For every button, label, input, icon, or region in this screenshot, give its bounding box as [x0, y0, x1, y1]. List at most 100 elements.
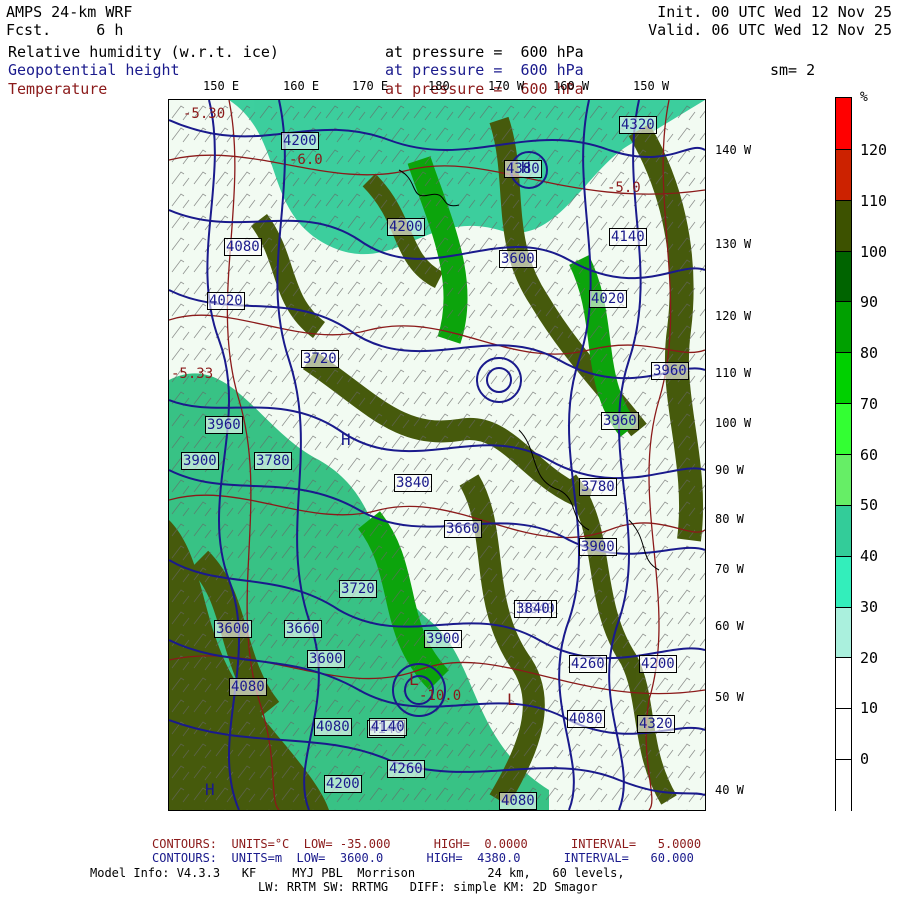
- colorbar-label: 40: [860, 547, 879, 565]
- colorbar-label: 0: [860, 750, 870, 768]
- height-label: 4320: [637, 715, 675, 733]
- temp-label: -10.0: [419, 688, 462, 704]
- weather-map: 4200 4320 4140 4080 4020 3960 3900 3840 …: [168, 99, 706, 811]
- lon-label: 150 E: [203, 79, 240, 93]
- colorbar: [835, 97, 852, 811]
- lat-label: 40 W: [715, 783, 744, 797]
- lat-label: 120 W: [715, 309, 752, 323]
- low-marker: L: [507, 690, 517, 709]
- height-label: 4020: [589, 290, 627, 308]
- colorbar-label: 100: [860, 243, 888, 261]
- height-label: 3600: [214, 620, 252, 638]
- colorbar-segment: [836, 250, 851, 303]
- colorbar-segment: [836, 606, 851, 659]
- lon-label: 180: [428, 79, 450, 93]
- temp-label: -5.0: [607, 180, 641, 196]
- height-label: 4200: [281, 132, 319, 150]
- lon-label: 150 W: [633, 79, 670, 93]
- height-label: 4200: [639, 655, 677, 673]
- temp-label: -6.0: [289, 152, 323, 168]
- height-contour-info: CONTOURS: UNITS=m LOW= 3600.0 HIGH= 4380…: [152, 851, 694, 865]
- height-label: 4080: [229, 678, 267, 696]
- high-marker: H: [205, 780, 215, 799]
- height-label: 3960: [205, 416, 243, 434]
- height-label: 3900: [424, 630, 462, 648]
- height-label: 4200: [324, 775, 362, 793]
- lat-label: 70 W: [715, 562, 744, 576]
- colorbar-segment: [836, 657, 851, 710]
- colorbar-label: 60: [860, 446, 879, 464]
- colorbar-label: 20: [860, 649, 879, 667]
- valid-time: Valid. 06 UTC Wed 12 Nov 25: [648, 21, 892, 39]
- lat-label: 80 W: [715, 512, 744, 526]
- init-time: Init. 00 UTC Wed 12 Nov 25: [657, 3, 892, 21]
- colorbar-segment: [836, 759, 851, 811]
- temp-label: -5.30: [183, 106, 226, 122]
- height-label: 3720: [339, 580, 377, 598]
- height-label: 4080: [567, 710, 605, 728]
- height-label: 3600: [307, 650, 345, 668]
- lat-label: 130 W: [715, 237, 752, 251]
- forecast-hour: Fcst. 6 h: [6, 21, 124, 39]
- colorbar-label: 30: [860, 598, 879, 616]
- height-label: 3660: [444, 520, 482, 538]
- colorbar-segment: [836, 98, 851, 149]
- colorbar-label: 90: [860, 293, 879, 311]
- lat-label: 50 W: [715, 690, 744, 704]
- height-label: 4200: [387, 218, 425, 236]
- colorbar-segment: [836, 555, 851, 608]
- field-level-rh: at pressure = 600 hPa: [385, 43, 584, 61]
- lon-label: 160 W: [553, 79, 590, 93]
- colorbar-segment: [836, 148, 851, 201]
- smoothing-label: sm= 2: [770, 61, 816, 79]
- height-label: 3600: [499, 250, 537, 268]
- colorbar-label: 10: [860, 699, 879, 717]
- height-label: 4140: [609, 228, 647, 246]
- lat-label: 100 W: [715, 416, 752, 430]
- colorbar-segment: [836, 403, 851, 455]
- lat-label: 110 W: [715, 366, 752, 380]
- height-label: 3840: [394, 474, 432, 492]
- height-label: 3960: [601, 412, 639, 430]
- height-label: 4140: [369, 718, 407, 736]
- colorbar-unit: %: [860, 90, 868, 105]
- lat-label: 140 W: [715, 143, 752, 157]
- height-label: 4080: [499, 792, 537, 810]
- lat-label: 90 W: [715, 463, 744, 477]
- colorbar-label: 70: [860, 395, 879, 413]
- lon-label: 170 E: [352, 79, 389, 93]
- height-label: 4020: [207, 292, 245, 310]
- high-marker: H: [521, 158, 531, 177]
- height-label: 4320: [619, 116, 657, 134]
- height-label: 4080: [314, 718, 352, 736]
- height-label: 3960: [651, 362, 689, 380]
- colorbar-segment: [836, 454, 851, 506]
- temp-contour-info: CONTOURS: UNITS=°C LOW= -35.000 HIGH= 0.…: [152, 837, 702, 851]
- height-label: 3780: [254, 452, 292, 470]
- colorbar-label: 110: [860, 192, 888, 210]
- model-info-line1: Model Info: V4.3.3 KF MYJ PBL Morrison 2…: [90, 866, 625, 880]
- height-label: 4260: [387, 760, 425, 778]
- height-label: 3840: [514, 600, 552, 618]
- field-level-height: at pressure = 600 hPa: [385, 61, 584, 79]
- height-label: 3780: [579, 478, 617, 496]
- colorbar-label: 120: [860, 141, 888, 159]
- height-label: 3720: [301, 350, 339, 368]
- field-name-height: Geopotential height: [8, 61, 180, 79]
- colorbar-segment: [836, 504, 851, 557]
- model-title: AMPS 24-km WRF: [6, 3, 133, 21]
- lon-label: 170 W: [488, 79, 525, 93]
- colorbar-segment: [836, 301, 851, 354]
- height-label: 3900: [181, 452, 219, 470]
- field-name-rh: Relative humidity (w.r.t. ice): [8, 43, 279, 61]
- colorbar-label: 50: [860, 496, 879, 514]
- map-labels: 4200 4320 4140 4080 4020 3960 3900 3840 …: [169, 100, 705, 810]
- lat-label: 60 W: [715, 619, 744, 633]
- colorbar-segment: [836, 708, 851, 761]
- height-label: 3660: [284, 620, 322, 638]
- height-label: 4260: [569, 655, 607, 673]
- colorbar-segment: [836, 352, 851, 405]
- low-marker: L: [409, 670, 419, 689]
- field-name-temp: Temperature: [8, 80, 108, 98]
- temp-label: -5.33: [171, 366, 214, 382]
